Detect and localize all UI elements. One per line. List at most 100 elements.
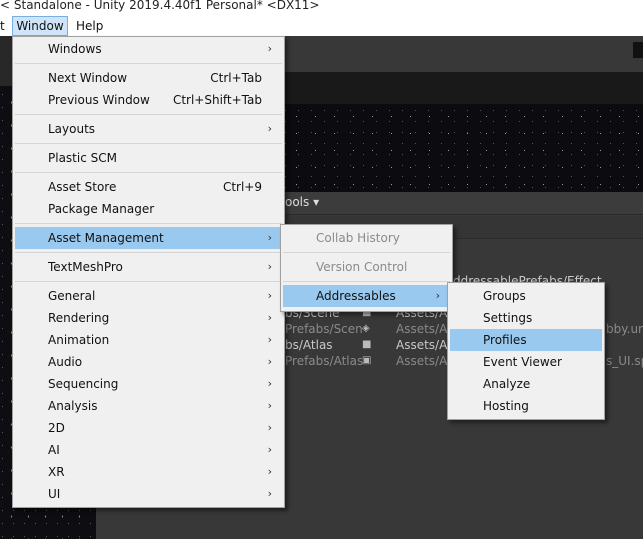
menu-item-windows[interactable]: Windows ›: [15, 38, 282, 60]
menu-item-label: TextMeshPro: [48, 260, 123, 274]
menu-item-label: Asset Management: [48, 231, 164, 245]
menu-item-label: Version Control: [316, 260, 408, 274]
menu-item-profiles[interactable]: Profiles: [450, 329, 602, 351]
menu-item-label: AI: [48, 443, 60, 457]
asset-management-submenu: Collab History Version Control Addressable…: [280, 224, 453, 312]
menu-item-hosting[interactable]: Hosting: [450, 395, 602, 417]
atlas-icon: ▣: [362, 355, 372, 366]
menu-separator: [15, 172, 282, 173]
menu-item-label: Sequencing: [48, 377, 119, 391]
maximize-handle[interactable]: [633, 42, 643, 58]
menu-separator: [15, 63, 282, 64]
menu-edit[interactable]: t: [0, 16, 5, 36]
menu-item-label: Event Viewer: [483, 355, 562, 369]
chevron-right-icon: ›: [267, 260, 272, 273]
chevron-right-icon: ›: [267, 487, 272, 500]
menu-item-package-manager[interactable]: Package Manager: [15, 198, 282, 220]
menu-item-layouts[interactable]: Layouts ›: [15, 118, 282, 140]
asset-path: Assets/A: [396, 322, 448, 336]
chevron-right-icon: ›: [267, 231, 272, 244]
asset-path: Assets/A: [396, 338, 448, 352]
menu-item-general[interactable]: General ›: [15, 285, 282, 307]
menu-item-label: Windows: [48, 42, 102, 56]
menu-item-version-control[interactable]: Version Control: [283, 256, 450, 278]
menu-item-asset-management[interactable]: Asset Management ›: [15, 227, 282, 249]
menu-item-label: Groups: [483, 289, 526, 303]
menu-item-rendering[interactable]: Rendering ›: [15, 307, 282, 329]
menu-separator: [15, 252, 282, 253]
menu-item-ui[interactable]: UI ›: [15, 483, 282, 505]
tools-bar: ools ▾: [285, 192, 643, 215]
menu-item-next-window[interactable]: Next Window Ctrl+Tab: [15, 67, 282, 89]
chevron-right-icon: ›: [267, 443, 272, 456]
menu-item-label: Package Manager: [48, 202, 155, 216]
menu-item-label: Hosting: [483, 399, 529, 413]
menu-item-shortcut: Ctrl+9: [222, 180, 262, 194]
menu-item-analyze[interactable]: Analyze: [450, 373, 602, 395]
menu-item-event-viewer[interactable]: Event Viewer: [450, 351, 602, 373]
menu-item-sequencing[interactable]: Sequencing ›: [15, 373, 282, 395]
menu-item-xr[interactable]: XR ›: [15, 461, 282, 483]
menu-separator: [283, 252, 450, 253]
menu-item-label: Profiles: [483, 333, 527, 347]
menu-item-label: Next Window: [48, 71, 128, 85]
menu-item-label: Collab History: [316, 231, 400, 245]
chevron-right-icon: ›: [435, 289, 440, 302]
menu-item-label: Layouts: [48, 122, 96, 136]
folder-icon: ■: [362, 339, 372, 350]
menu-separator: [15, 114, 282, 115]
window-menu: Windows › Next Window Ctrl+Tab Previous Wind…: [12, 36, 285, 508]
menu-item-settings[interactable]: Settings: [450, 307, 602, 329]
menu-separator: [283, 281, 450, 282]
tools-dropdown[interactable]: ools ▾: [285, 195, 319, 209]
game-view[interactable]: [285, 104, 643, 192]
menu-item-2d[interactable]: 2D ›: [15, 417, 282, 439]
menu-item-label: UI: [48, 487, 61, 501]
menu-item-analysis[interactable]: Analysis ›: [15, 395, 282, 417]
menu-help[interactable]: Help: [76, 16, 103, 36]
menu-item-audio[interactable]: Audio ›: [15, 351, 282, 373]
chevron-right-icon: ›: [267, 311, 272, 324]
menu-item-addressables[interactable]: Addressables ›: [283, 285, 450, 307]
menu-item-asset-store[interactable]: Asset Store Ctrl+9: [15, 176, 282, 198]
menu-item-label: Plastic SCM: [48, 151, 117, 165]
asset-name: Prefabs/Atlas: [285, 354, 364, 368]
addressables-submenu: Groups Settings Profiles Event Viewer Analyz…: [447, 282, 605, 420]
asset-path: Assets/A: [396, 354, 448, 368]
chevron-right-icon: ›: [267, 122, 272, 135]
chevron-right-icon: ›: [267, 289, 272, 302]
chevron-right-icon: ›: [267, 355, 272, 368]
chevron-right-icon: ›: [267, 399, 272, 412]
menu-item-label: XR: [48, 465, 65, 479]
menu-item-label: Animation: [48, 333, 110, 347]
menu-item-label: Previous Window: [48, 93, 150, 107]
menu-separator: [15, 143, 282, 144]
game-view-toolbar: [285, 72, 643, 104]
menu-item-label: Analysis: [48, 399, 98, 413]
menu-item-label: Rendering: [48, 311, 110, 325]
chevron-right-icon: ›: [267, 377, 272, 390]
menu-item-plastic-scm[interactable]: Plastic SCM: [15, 147, 282, 169]
chevron-right-icon: ›: [267, 465, 272, 478]
menu-item-textmeshpro[interactable]: TextMeshPro ›: [15, 256, 282, 278]
menu-item-ai[interactable]: AI ›: [15, 439, 282, 461]
chevron-right-icon: ›: [267, 42, 272, 55]
menu-item-label: General: [48, 289, 96, 303]
prefab-icon: ◈: [362, 323, 370, 334]
window-title: < Standalone - Unity 2019.4.40f1 Persona…: [0, 0, 643, 16]
menu-item-label: Settings: [483, 311, 533, 325]
menu-item-shortcut: Ctrl+Tab: [210, 71, 262, 85]
menu-item-collab-history[interactable]: Collab History: [283, 227, 450, 249]
menu-window[interactable]: Window: [12, 16, 68, 36]
menu-item-previous-window[interactable]: Previous Window Ctrl+Shift+Tab: [15, 89, 282, 111]
asset-file-suffix: s_UI.sp: [606, 354, 643, 368]
menu-item-animation[interactable]: Animation ›: [15, 329, 282, 351]
menu-item-label: Asset Store: [48, 180, 117, 194]
menu-item-groups[interactable]: Groups: [450, 285, 602, 307]
menu-item-label: Addressables: [316, 289, 396, 303]
menu-bar: t Window Help: [0, 16, 643, 36]
menu-item-label: 2D: [48, 421, 65, 435]
menu-item-label: Audio: [48, 355, 83, 369]
menu-separator: [15, 281, 282, 282]
chevron-right-icon: ›: [267, 333, 272, 346]
